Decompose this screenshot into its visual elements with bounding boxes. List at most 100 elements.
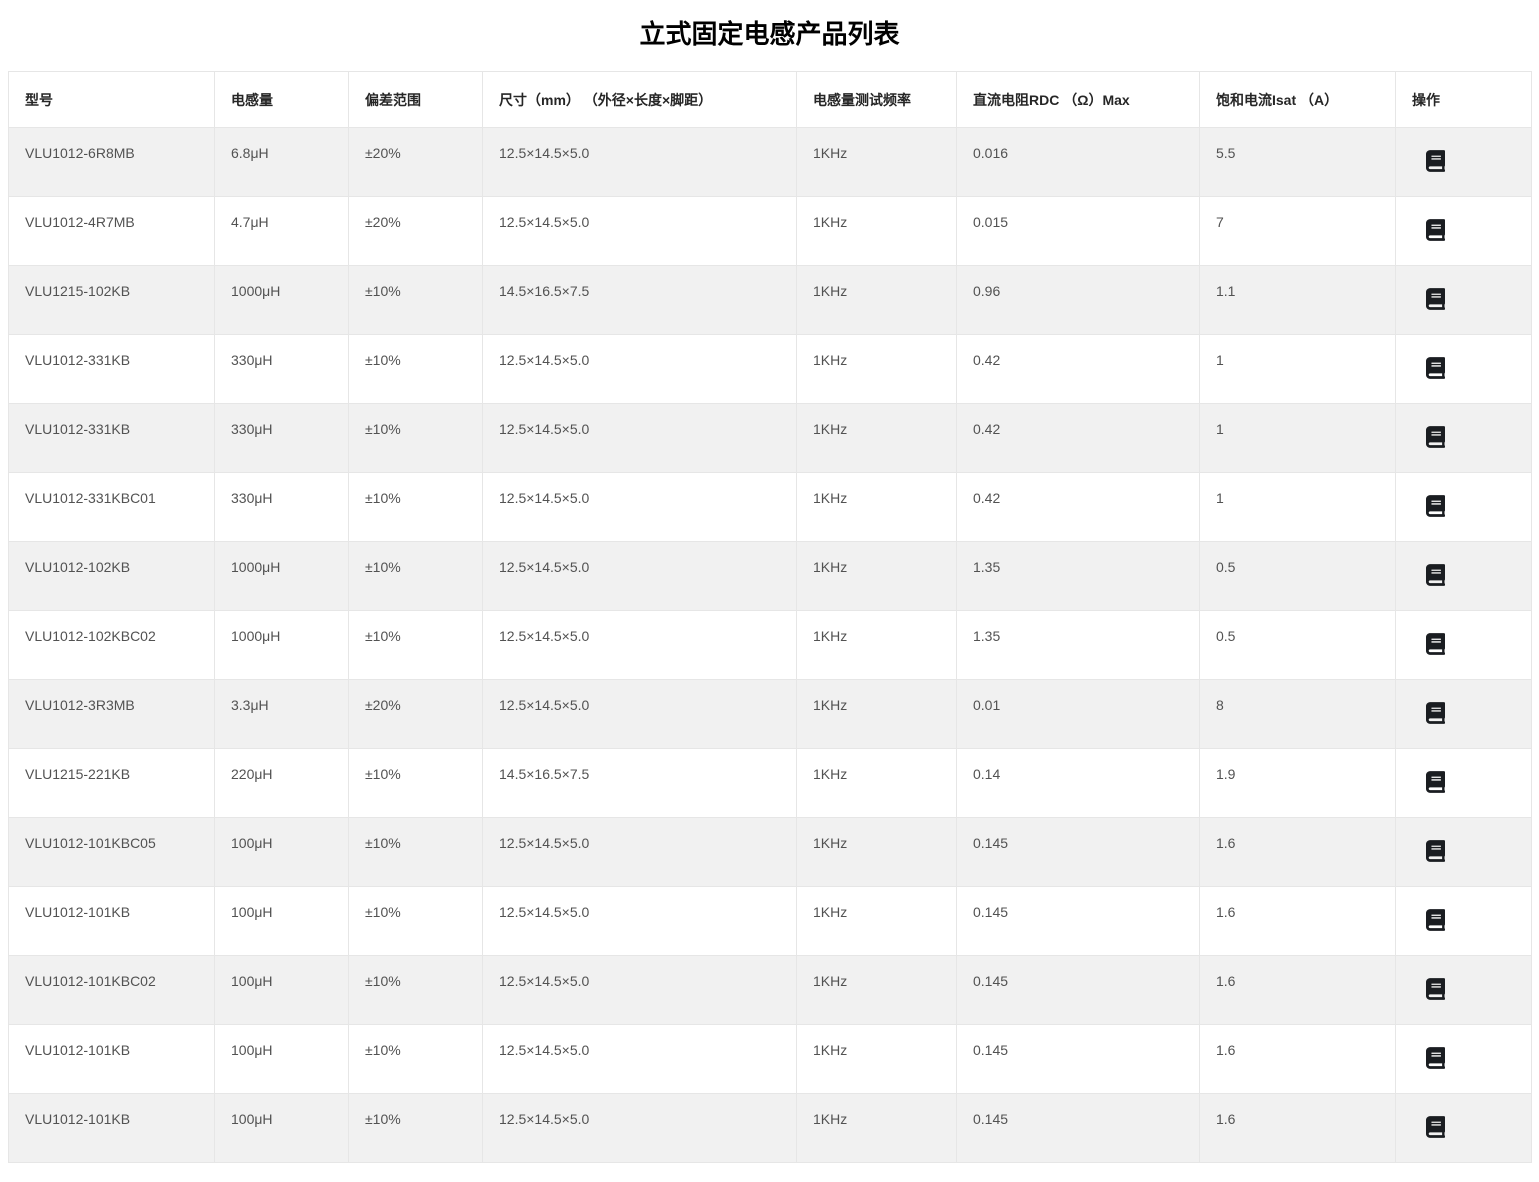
cell-rdc: 0.42 [957, 404, 1200, 473]
cell-test-frequency: 1KHz [797, 335, 957, 404]
cell-action [1396, 956, 1532, 1025]
cell-tolerance: ±10% [349, 404, 483, 473]
datasheet-button[interactable] [1426, 426, 1445, 448]
datasheet-button[interactable] [1426, 702, 1445, 724]
cell-model: VLU1215-221KB [9, 749, 215, 818]
page: 立式固定电感产品列表 型号 电感量 偏差范围 尺寸（mm） （外径×长度×脚距）… [0, 0, 1539, 1163]
cell-rdc: 0.145 [957, 1094, 1200, 1163]
cell-action [1396, 1025, 1532, 1094]
table-row: VLU1012-6R8MB 6.8μH ±20% 12.5×14.5×5.0 1… [9, 128, 1532, 197]
cell-rdc: 0.145 [957, 1025, 1200, 1094]
cell-test-frequency: 1KHz [797, 611, 957, 680]
cell-model: VLU1012-101KB [9, 1025, 215, 1094]
product-table: 型号 电感量 偏差范围 尺寸（mm） （外径×长度×脚距） 电感量测试频率 直流… [8, 71, 1532, 1163]
column-header-action: 操作 [1396, 72, 1532, 128]
cell-tolerance: ±10% [349, 335, 483, 404]
datasheet-button[interactable] [1426, 771, 1445, 793]
cell-test-frequency: 1KHz [797, 887, 957, 956]
cell-tolerance: ±10% [349, 1025, 483, 1094]
cell-isat: 1.6 [1200, 956, 1396, 1025]
cell-isat: 7 [1200, 197, 1396, 266]
table-row: VLU1012-101KBC05 100μH ±10% 12.5×14.5×5.… [9, 818, 1532, 887]
cell-action [1396, 542, 1532, 611]
column-header-test-frequency: 电感量测试频率 [797, 72, 957, 128]
cell-test-frequency: 1KHz [797, 818, 957, 887]
cell-inductance: 1000μH [215, 611, 349, 680]
cell-action [1396, 611, 1532, 680]
cell-action [1396, 749, 1532, 818]
cell-inductance: 100μH [215, 818, 349, 887]
cell-tolerance: ±20% [349, 128, 483, 197]
cell-test-frequency: 1KHz [797, 266, 957, 335]
book-icon [1426, 564, 1445, 586]
table-row: VLU1012-101KB 100μH ±10% 12.5×14.5×5.0 1… [9, 1094, 1532, 1163]
cell-action [1396, 335, 1532, 404]
cell-size: 12.5×14.5×5.0 [483, 1094, 797, 1163]
datasheet-button[interactable] [1426, 1047, 1445, 1069]
cell-action [1396, 818, 1532, 887]
cell-test-frequency: 1KHz [797, 473, 957, 542]
datasheet-button[interactable] [1426, 150, 1445, 172]
table-row: VLU1012-331KB 330μH ±10% 12.5×14.5×5.0 1… [9, 335, 1532, 404]
table-row: VLU1012-101KB 100μH ±10% 12.5×14.5×5.0 1… [9, 887, 1532, 956]
cell-size: 12.5×14.5×5.0 [483, 680, 797, 749]
cell-action [1396, 473, 1532, 542]
cell-test-frequency: 1KHz [797, 542, 957, 611]
cell-tolerance: ±10% [349, 542, 483, 611]
datasheet-button[interactable] [1426, 909, 1445, 931]
datasheet-button[interactable] [1426, 288, 1445, 310]
cell-size: 12.5×14.5×5.0 [483, 611, 797, 680]
cell-inductance: 100μH [215, 1094, 349, 1163]
datasheet-button[interactable] [1426, 357, 1445, 379]
cell-rdc: 0.145 [957, 956, 1200, 1025]
cell-tolerance: ±10% [349, 818, 483, 887]
cell-action [1396, 266, 1532, 335]
cell-inductance: 3.3μH [215, 680, 349, 749]
cell-inductance: 1000μH [215, 542, 349, 611]
column-header-tolerance: 偏差范围 [349, 72, 483, 128]
cell-model: VLU1012-102KB [9, 542, 215, 611]
cell-size: 12.5×14.5×5.0 [483, 1025, 797, 1094]
cell-tolerance: ±20% [349, 680, 483, 749]
cell-inductance: 100μH [215, 887, 349, 956]
datasheet-button[interactable] [1426, 633, 1445, 655]
book-icon [1426, 702, 1445, 724]
table-row: VLU1012-102KBC02 1000μH ±10% 12.5×14.5×5… [9, 611, 1532, 680]
cell-size: 14.5×16.5×7.5 [483, 266, 797, 335]
cell-isat: 1 [1200, 473, 1396, 542]
table-row: VLU1012-101KB 100μH ±10% 12.5×14.5×5.0 1… [9, 1025, 1532, 1094]
table-row: VLU1012-102KB 1000μH ±10% 12.5×14.5×5.0 … [9, 542, 1532, 611]
cell-inductance: 4.7μH [215, 197, 349, 266]
cell-size: 12.5×14.5×5.0 [483, 956, 797, 1025]
book-icon [1426, 771, 1445, 793]
datasheet-button[interactable] [1426, 495, 1445, 517]
cell-inductance: 100μH [215, 1025, 349, 1094]
cell-rdc: 0.015 [957, 197, 1200, 266]
cell-test-frequency: 1KHz [797, 956, 957, 1025]
cell-model: VLU1012-101KBC05 [9, 818, 215, 887]
table-row: VLU1012-331KB 330μH ±10% 12.5×14.5×5.0 1… [9, 404, 1532, 473]
cell-rdc: 0.42 [957, 335, 1200, 404]
cell-model: VLU1012-331KB [9, 335, 215, 404]
cell-rdc: 1.35 [957, 611, 1200, 680]
column-header-rdc: 直流电阻RDC （Ω）Max [957, 72, 1200, 128]
cell-model: VLU1012-6R8MB [9, 128, 215, 197]
cell-isat: 1 [1200, 404, 1396, 473]
cell-isat: 1.6 [1200, 1025, 1396, 1094]
cell-test-frequency: 1KHz [797, 1025, 957, 1094]
datasheet-button[interactable] [1426, 840, 1445, 862]
datasheet-button[interactable] [1426, 219, 1445, 241]
cell-isat: 0.5 [1200, 611, 1396, 680]
datasheet-button[interactable] [1426, 1116, 1445, 1138]
cell-tolerance: ±10% [349, 887, 483, 956]
datasheet-button[interactable] [1426, 564, 1445, 586]
cell-rdc: 0.42 [957, 473, 1200, 542]
datasheet-button[interactable] [1426, 978, 1445, 1000]
book-icon [1426, 978, 1445, 1000]
cell-model: VLU1012-331KBC01 [9, 473, 215, 542]
cell-model: VLU1012-331KB [9, 404, 215, 473]
cell-size: 12.5×14.5×5.0 [483, 335, 797, 404]
cell-inductance: 330μH [215, 335, 349, 404]
cell-test-frequency: 1KHz [797, 197, 957, 266]
cell-tolerance: ±20% [349, 197, 483, 266]
